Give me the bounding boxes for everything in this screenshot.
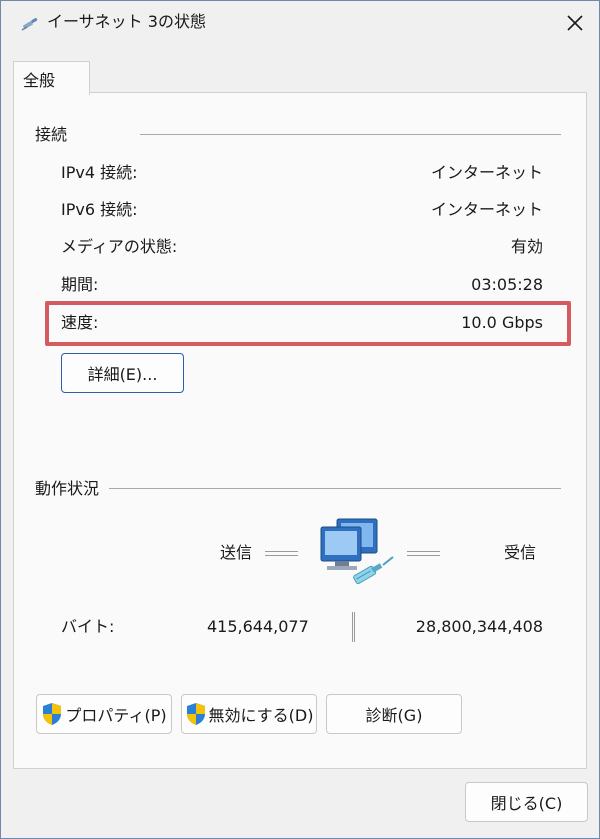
connection-group-title: 接続 bbox=[35, 125, 68, 144]
bytes-received-value: 28,800,344,408 bbox=[415, 617, 543, 636]
ipv4-label: IPv4 接続: bbox=[61, 163, 138, 182]
disable-button-label: 無効にする(D) bbox=[208, 706, 314, 725]
network-computers-icon bbox=[320, 518, 394, 585]
bytes-sent-value: 415,644,077 bbox=[207, 617, 309, 636]
ipv4-value: インターネット bbox=[430, 163, 543, 182]
properties-button-label: プロパティ(P) bbox=[65, 706, 167, 725]
media-state-value: 有効 bbox=[510, 237, 543, 256]
sent-label: 送信 bbox=[220, 543, 253, 562]
tab-general[interactable]: 全般 bbox=[13, 61, 90, 95]
uac-shield-icon bbox=[186, 703, 205, 725]
activity-group-title: 動作状況 bbox=[35, 479, 100, 498]
title-bar: イーサネット 3の状態 bbox=[1, 1, 599, 45]
network-cable-icon bbox=[21, 17, 38, 31]
received-label: 受信 bbox=[504, 543, 537, 562]
disable-button[interactable]: 無効にする(D) bbox=[181, 694, 317, 734]
speed-highlight-box bbox=[45, 301, 571, 346]
close-window-button[interactable] bbox=[551, 1, 599, 45]
received-line bbox=[407, 551, 440, 556]
connection-divider bbox=[140, 134, 561, 135]
properties-button[interactable]: プロパティ(P) bbox=[36, 694, 172, 734]
tab-general-label: 全般 bbox=[23, 71, 56, 90]
ipv6-label: IPv6 接続: bbox=[61, 200, 138, 219]
window-title: イーサネット 3の状態 bbox=[47, 12, 206, 31]
bytes-separator bbox=[352, 612, 355, 642]
bytes-label: バイト: bbox=[61, 617, 115, 636]
close-button[interactable]: 閉じる(C) bbox=[465, 782, 588, 822]
diagnose-button[interactable]: 診断(G) bbox=[326, 694, 462, 734]
ipv6-value: インターネット bbox=[430, 200, 543, 219]
tab-panel bbox=[13, 92, 587, 769]
close-icon bbox=[567, 15, 583, 31]
duration-value: 03:05:28 bbox=[471, 275, 543, 294]
duration-label: 期間: bbox=[61, 275, 99, 294]
uac-shield-icon bbox=[43, 703, 62, 725]
status-dialog: イーサネット 3の状態 全般 接続 IPv4 接続: インターネット IPv6 … bbox=[0, 0, 600, 839]
activity-divider bbox=[109, 488, 561, 489]
details-button[interactable]: 詳細(E)... bbox=[61, 353, 184, 393]
media-state-label: メディアの状態: bbox=[61, 237, 178, 256]
sent-line bbox=[265, 551, 298, 556]
